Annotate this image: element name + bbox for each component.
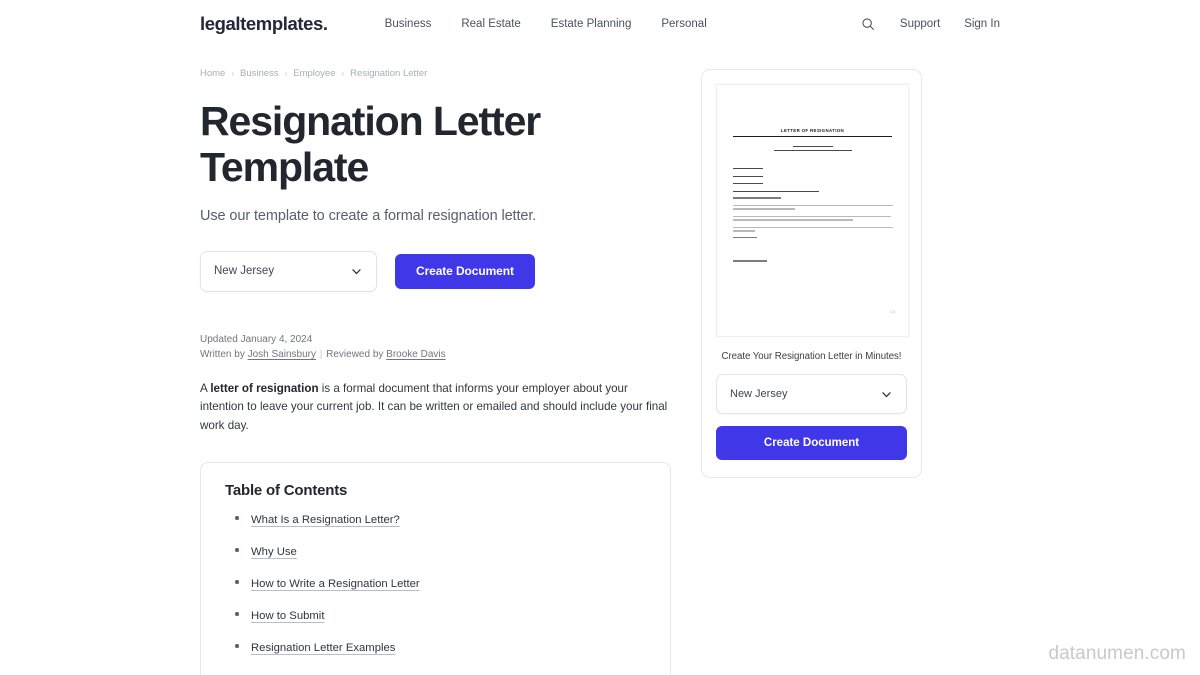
document-preview-textline	[733, 204, 893, 207]
document-preview-salutation	[733, 196, 781, 199]
updated-date: Updated January 4, 2024	[200, 333, 313, 345]
site-header: legaltemplates. Business Real Estate Est…	[0, 0, 1200, 48]
main-nav: Business Real Estate Estate Planning Per…	[385, 18, 707, 30]
document-preview-paragraph	[733, 215, 892, 221]
document-preview-textline	[733, 226, 893, 229]
breadcrumb-separator-icon: ›	[284, 68, 288, 78]
document-preview-address-block	[733, 165, 892, 192]
toc-link-how-to-write[interactable]: How to Write a Resignation Letter	[251, 578, 420, 590]
breadcrumb-item-business[interactable]: Business	[240, 68, 279, 79]
support-link[interactable]: Support	[900, 18, 940, 30]
document-preview-line	[733, 175, 763, 177]
breadcrumb-item-home[interactable]: Home	[200, 68, 225, 79]
list-item: Sample Resignation Letter	[225, 671, 646, 675]
breadcrumb-item-current: Resignation Letter	[350, 68, 428, 79]
document-preview-page-number: 1/1	[890, 310, 896, 314]
author-link[interactable]: Josh Sainsbury	[248, 349, 316, 360]
document-preview-rule	[733, 136, 892, 138]
toc-list: What Is a Resignation Letter? Why Use Ho…	[225, 511, 646, 675]
document-preview-title: LETTER OF RESIGNATION	[780, 128, 845, 133]
list-item: How to Submit	[225, 607, 646, 623]
sidebar-state-select-value: New Jersey	[730, 388, 788, 400]
hero-cta-row: New Jersey Create Document	[200, 250, 675, 292]
written-by-label: Written by	[200, 348, 248, 360]
signin-link[interactable]: Sign In	[964, 18, 1000, 30]
document-preview-textline	[733, 208, 795, 210]
breadcrumb-item-employee[interactable]: Employee	[293, 68, 335, 79]
document-preview-textline	[733, 219, 853, 221]
intro-paragraph: A letter of resignation is a formal docu…	[200, 380, 670, 436]
site-logo[interactable]: legaltemplates.	[200, 13, 328, 35]
chevron-down-icon	[350, 265, 363, 278]
toc-link-how-to-submit[interactable]: How to Submit	[251, 610, 324, 622]
list-item: Resignation Letter Examples	[225, 639, 646, 655]
document-preview-textline	[733, 215, 891, 218]
document-preview-paragraph	[733, 226, 893, 232]
page-root: legaltemplates. Business Real Estate Est…	[0, 0, 1200, 675]
intro-lead: A	[200, 381, 211, 395]
sidebar-cta-card: LETTER OF RESIGNATION 1/1 Create Your Re…	[701, 69, 922, 478]
table-of-contents: Table of Contents What Is a Resignation …	[200, 462, 671, 675]
toc-link-examples[interactable]: Resignation Letter Examples	[251, 642, 395, 654]
content-wrapper: Home › Business › Employee › Resignation…	[0, 48, 1200, 675]
document-preview-line	[773, 150, 852, 152]
nav-item-business[interactable]: Business	[385, 18, 432, 30]
toc-link-why-use[interactable]: Why Use	[251, 546, 297, 558]
state-select[interactable]: New Jersey	[200, 250, 377, 292]
nav-item-personal[interactable]: Personal	[661, 18, 706, 30]
document-preview-line	[733, 190, 819, 192]
toc-link-what-is[interactable]: What Is a Resignation Letter?	[251, 514, 400, 526]
sidebar-create-document-button[interactable]: Create Document	[716, 426, 907, 460]
nav-item-estate-planning[interactable]: Estate Planning	[551, 18, 632, 30]
nav-item-real-estate[interactable]: Real Estate	[461, 18, 520, 30]
list-item: Why Use	[225, 543, 646, 559]
page-subtitle: Use our template to create a formal resi…	[200, 207, 537, 224]
document-preview-closing	[733, 236, 757, 239]
document-preview-date-block	[733, 146, 892, 152]
breadcrumb-separator-icon: ›	[231, 68, 235, 78]
document-preview-line	[792, 146, 833, 148]
document-preview[interactable]: LETTER OF RESIGNATION 1/1	[716, 84, 909, 337]
sidebar-state-select[interactable]: New Jersey	[716, 374, 907, 414]
intro-bold-term: letter of resignation	[210, 381, 319, 395]
document-preview-line	[733, 168, 763, 170]
article-meta: Updated January 4, 2024 Written by Josh …	[200, 332, 675, 362]
watermark: datanumen.com	[1048, 643, 1186, 664]
search-icon[interactable]	[860, 16, 876, 32]
breadcrumb: Home › Business › Employee › Resignation…	[200, 68, 675, 79]
page-title: Resignation Letter Template	[200, 98, 541, 191]
byline-divider: |	[316, 348, 326, 360]
reviewed-by-label: Reviewed by	[326, 348, 387, 360]
toc-title: Table of Contents	[225, 482, 348, 499]
breadcrumb-separator-icon: ›	[341, 68, 345, 78]
sidebar-caption: Create Your Resignation Letter in Minute…	[721, 351, 902, 362]
chevron-down-icon	[880, 388, 893, 401]
document-preview-textline	[733, 230, 755, 232]
main-column: Home › Business › Employee › Resignation…	[200, 48, 675, 675]
byline: Written by Josh Sainsbury | Reviewed by …	[200, 347, 675, 362]
header-actions: Support Sign In	[860, 16, 1000, 32]
list-item: How to Write a Resignation Letter	[225, 575, 646, 591]
document-preview-signature	[733, 260, 767, 263]
document-preview-line	[733, 183, 763, 185]
reviewer-link[interactable]: Brooke Davis	[386, 349, 445, 360]
document-preview-paragraph	[733, 204, 893, 210]
sidebar-column: LETTER OF RESIGNATION 1/1 Create Your Re…	[701, 48, 922, 478]
create-document-button[interactable]: Create Document	[395, 253, 535, 289]
list-item: What Is a Resignation Letter?	[225, 511, 646, 527]
state-select-value: New Jersey	[214, 265, 275, 278]
